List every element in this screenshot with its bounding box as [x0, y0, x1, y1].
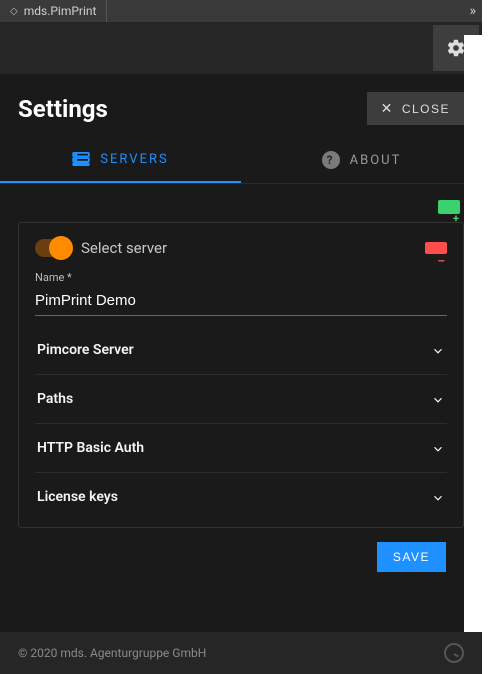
copyright-text: © 2020 mds. Agenturgruppe GmbH [18, 646, 206, 660]
name-input[interactable] [35, 288, 447, 316]
content: Select server Name * Pimcore Server Path… [0, 184, 482, 674]
name-field-group: Name * [35, 271, 447, 316]
drag-handle-icon: ◇ [10, 6, 18, 17]
close-label: CLOSE [402, 102, 450, 116]
page-title: Settings [18, 95, 108, 123]
header: Settings ✕ CLOSE [0, 74, 482, 137]
chevron-down-icon [431, 441, 445, 455]
close-icon: ✕ [381, 100, 394, 117]
panel-head: Select server [35, 239, 447, 257]
save-row: SAVE [18, 528, 464, 572]
help-icon: ? [322, 151, 340, 169]
tabs: SERVERS ? ABOUT [0, 137, 482, 184]
save-label: SAVE [393, 550, 430, 564]
close-button[interactable]: ✕ CLOSE [367, 92, 464, 125]
clock-icon [444, 643, 464, 663]
expand-chevrons-icon[interactable]: » [461, 3, 482, 19]
save-button[interactable]: SAVE [377, 542, 446, 572]
panel-tab-label: mds.PimPrint [24, 4, 97, 18]
chevron-down-icon [431, 343, 445, 357]
section-pimcore-server[interactable]: Pimcore Server [35, 326, 447, 375]
toolbar [0, 22, 482, 74]
gear-icon [446, 38, 466, 58]
footer: © 2020 mds. Agenturgruppe GmbH [0, 632, 482, 674]
server-panel: Select server Name * Pimcore Server Path… [18, 222, 464, 528]
tab-about[interactable]: ? ABOUT [241, 137, 482, 183]
section-label: HTTP Basic Auth [37, 440, 144, 456]
section-label: Pimcore Server [37, 342, 134, 358]
tab-about-label: ABOUT [350, 153, 402, 168]
titlebar: ◇ mds.PimPrint » [0, 0, 482, 22]
toggle-knob [49, 236, 73, 260]
section-paths[interactable]: Paths [35, 375, 447, 424]
name-field-label: Name * [35, 271, 447, 284]
remove-server-button[interactable] [425, 242, 447, 254]
section-label: License keys [37, 489, 118, 505]
tab-servers[interactable]: SERVERS [0, 137, 241, 183]
toggle-label: Select server [81, 239, 167, 257]
server-icon [72, 152, 90, 166]
chevron-down-icon [431, 490, 445, 504]
app-window: ◇ mds.PimPrint » Settings ✕ CLOSE [0, 0, 482, 674]
tab-servers-label: SERVERS [100, 152, 168, 167]
select-server-toggle[interactable] [35, 239, 71, 257]
section-http-basic-auth[interactable]: HTTP Basic Auth [35, 424, 447, 473]
chevron-down-icon [431, 392, 445, 406]
right-scroll-gutter [464, 35, 482, 644]
add-server-row [18, 196, 464, 222]
panel-tab[interactable]: ◇ mds.PimPrint [0, 0, 107, 22]
section-license-keys[interactable]: License keys [35, 473, 447, 521]
add-server-button[interactable] [438, 200, 460, 214]
section-label: Paths [37, 391, 73, 407]
